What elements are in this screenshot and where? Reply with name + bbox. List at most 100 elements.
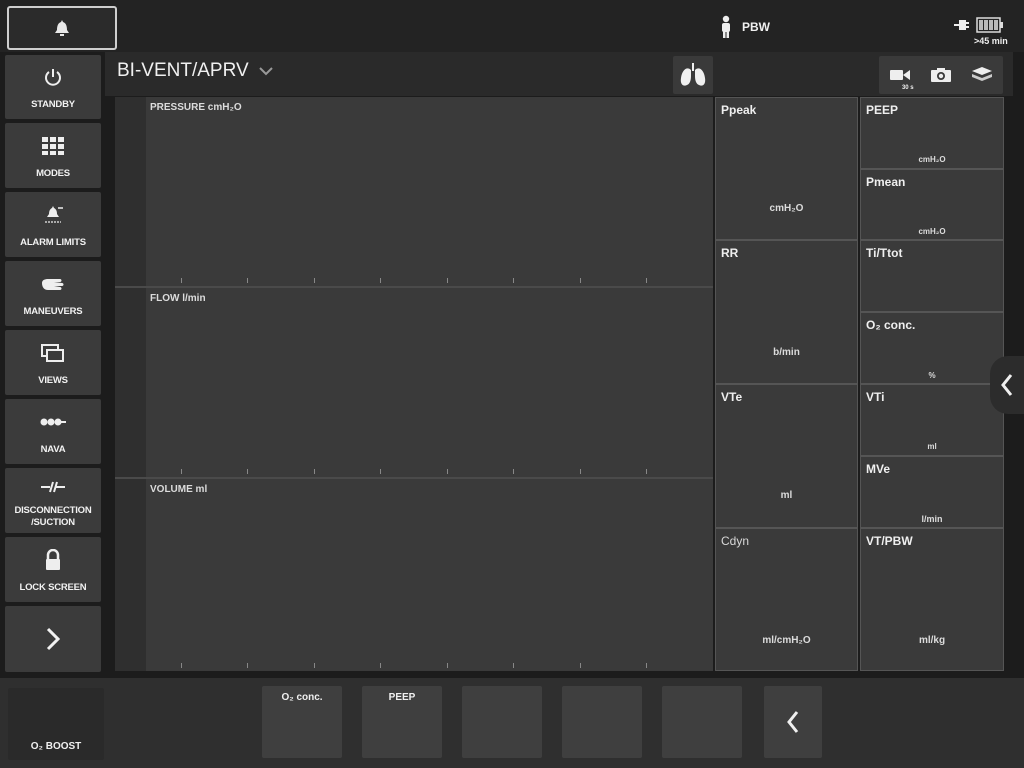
vti-tile[interactable]: VTi ml <box>860 384 1004 456</box>
vt-pbw-tile[interactable]: VT/PBW ml/kg <box>860 528 1004 671</box>
rr-tile[interactable]: RR b/min <box>715 240 858 384</box>
person-icon <box>722 15 730 38</box>
snapshot-button[interactable] <box>929 63 953 87</box>
peep-tile[interactable]: PEEP cmH₂O <box>860 97 1004 169</box>
pmean-tile[interactable]: Pmean cmH₂O <box>860 169 1004 240</box>
quick-setting-empty-1[interactable] <box>462 686 542 758</box>
pressure-waveform-title: PRESSURE cmH₂O <box>150 102 242 113</box>
cdyn-unit: ml/cmH₂O <box>762 635 811 646</box>
volume-time-axis <box>181 663 647 669</box>
vt-pbw-unit: ml/kg <box>918 635 946 646</box>
lung-view-button[interactable] <box>673 56 713 94</box>
o2-conc-tile[interactable]: O₂ conc. % <box>860 312 1004 384</box>
media-toolbar: 30 s <box>879 56 1003 94</box>
pressure-scale-strip <box>115 97 146 286</box>
pressure-time-axis <box>181 278 647 284</box>
peep-unit: cmH₂O <box>918 155 946 164</box>
nava-button[interactable]: NAVA <box>5 399 101 464</box>
pbw-label: PBW <box>742 20 770 34</box>
alarm-limits-button[interactable]: ALARM LIMITS <box>5 192 101 257</box>
flow-time-axis <box>181 469 647 475</box>
views-button[interactable]: VIEWS <box>5 330 101 395</box>
modes-button[interactable]: MODES <box>5 123 101 188</box>
vti-name: VTi <box>866 390 885 404</box>
battery-icon <box>976 17 1003 33</box>
ppeak-unit: cmH₂O <box>769 203 804 214</box>
pressure-waveform[interactable]: PRESSURE cmH₂O <box>115 97 713 288</box>
maneuvers-label: MANEUVERS <box>23 306 83 317</box>
volume-waveform[interactable]: VOLUME ml <box>115 479 713 671</box>
disconnection-suction-label: DISCONNECTION /SUCTION <box>14 505 92 528</box>
nava-icon <box>40 418 66 425</box>
vt-pbw-name: VT/PBW <box>866 534 913 548</box>
mode-selector[interactable]: BI-VENT/APRV <box>117 60 273 82</box>
chevron-left-icon <box>787 711 799 733</box>
quick-setting-label: O₂ conc. <box>281 692 323 703</box>
o2-boost-button[interactable]: O₂ BOOST <box>8 688 104 760</box>
pmean-unit: cmH₂O <box>918 227 946 236</box>
lock-screen-label: LOCK SCREEN <box>19 582 87 593</box>
peep-name: PEEP <box>866 103 899 117</box>
camera-icon <box>930 68 951 82</box>
quick-setting-o2-conc[interactable]: O₂ conc. <box>262 686 342 758</box>
vte-unit: ml <box>780 490 793 501</box>
standby-label: STANDBY <box>31 99 75 110</box>
nava-label: NAVA <box>40 444 66 455</box>
modes-label: MODES <box>36 168 70 179</box>
flow-waveform[interactable]: FLOW l/min <box>115 288 713 479</box>
battery-time: >45 min <box>974 36 1008 46</box>
o2-conc-unit: % <box>928 371 936 380</box>
alarm-mute-button[interactable] <box>7 6 117 50</box>
alarm-limits-label: ALARM LIMITS <box>20 237 86 248</box>
hand-icon <box>42 278 64 290</box>
mve-name: MVe <box>866 462 891 476</box>
rr-name: RR <box>721 246 739 260</box>
standby-button[interactable]: STANDBY <box>5 55 101 119</box>
mode-title: BI-VENT/APRV <box>117 60 249 81</box>
power-icon <box>45 69 61 86</box>
ti-ttot-tile[interactable]: Ti/Ttot <box>860 240 1004 312</box>
mve-tile[interactable]: MVe l/min <box>860 456 1004 528</box>
chevron-left-icon <box>1001 374 1013 396</box>
power-status: >45 min <box>946 12 1020 52</box>
chevron-right-icon <box>46 627 61 651</box>
record-video-button[interactable]: 30 s <box>888 63 914 91</box>
quick-setting-label: PEEP <box>388 692 416 703</box>
cdyn-tile[interactable]: Cdyn ml/cmH₂O <box>715 528 858 671</box>
quick-setting-empty-2[interactable] <box>562 686 642 758</box>
quick-setting-empty-3[interactable] <box>662 686 742 758</box>
pbw-indicator[interactable]: PBW <box>720 14 770 40</box>
bell-icon <box>55 20 69 36</box>
disconnection-icon <box>41 481 65 492</box>
ppeak-tile[interactable]: Ppeak cmH₂O <box>715 97 858 240</box>
flow-waveform-title: FLOW l/min <box>150 293 206 304</box>
sidebar-expand-button[interactable] <box>5 606 101 672</box>
flow-scale-strip <box>115 288 146 477</box>
stack-icon <box>972 67 993 81</box>
lock-screen-button[interactable]: LOCK SCREEN <box>5 537 101 602</box>
rr-unit: b/min <box>773 347 800 358</box>
vti-unit: ml <box>927 442 937 451</box>
vte-name: VTe <box>721 390 743 404</box>
saved-data-button[interactable] <box>970 63 994 87</box>
volume-waveform-title: VOLUME ml <box>150 484 208 495</box>
video-camera-icon <box>889 70 910 80</box>
pmean-name: Pmean <box>866 175 906 189</box>
quick-settings-collapse-button[interactable] <box>764 686 822 758</box>
grid-icon <box>42 136 64 155</box>
disconnection-suction-button[interactable]: DISCONNECTION /SUCTION <box>5 468 101 533</box>
top-bar <box>0 0 1024 52</box>
views-icon <box>41 343 64 362</box>
o2-boost-label: O₂ BOOST <box>30 741 82 752</box>
quick-setting-peep[interactable]: PEEP <box>362 686 442 758</box>
vte-tile[interactable]: VTe ml <box>715 384 858 528</box>
right-panel-toggle[interactable] <box>990 356 1024 414</box>
chevron-down-icon <box>258 66 273 75</box>
video-duration-badge: 30 s <box>901 85 914 91</box>
ppeak-name: Ppeak <box>721 103 757 117</box>
mve-unit: l/min <box>921 514 943 524</box>
maneuvers-button[interactable]: MANEUVERS <box>5 261 101 326</box>
volume-scale-strip <box>115 479 146 671</box>
o2-conc-name: O₂ conc. <box>866 318 916 332</box>
cdyn-name: Cdyn <box>721 534 750 548</box>
